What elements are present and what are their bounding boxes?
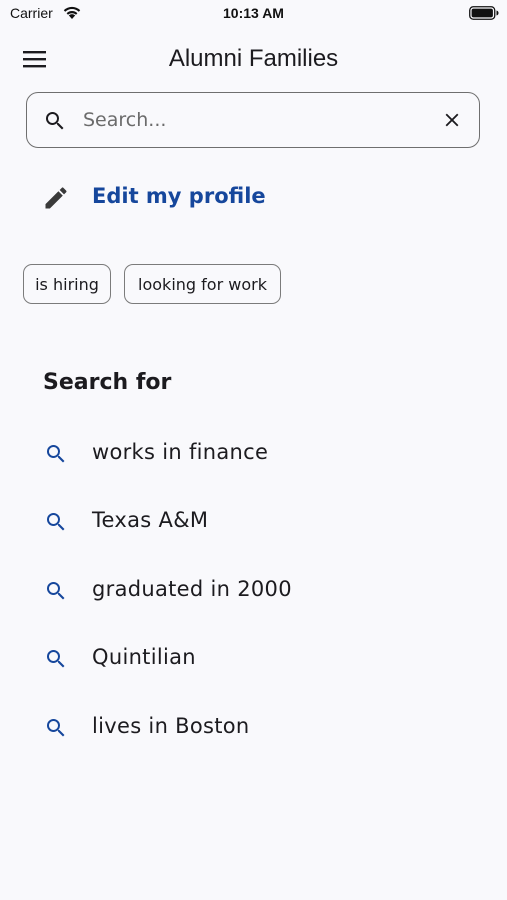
suggestion-label: graduated in 2000 — [92, 577, 292, 601]
edit-profile-button[interactable]: Edit my profile — [42, 182, 342, 214]
status-time: 10:13 AM — [223, 5, 284, 21]
search-icon — [47, 513, 65, 531]
search-icon — [47, 719, 65, 737]
edit-profile-label: Edit my profile — [92, 184, 266, 208]
app-bar: Alumni Families — [0, 36, 507, 82]
suggestion-label: Texas A&M — [92, 508, 209, 532]
search-icon — [47, 650, 65, 668]
search-for-heading: Search for — [43, 370, 172, 395]
search-icon — [47, 582, 65, 600]
suggestion-item[interactable]: graduated in 2000 — [42, 570, 472, 610]
suggestion-item[interactable]: works in finance — [42, 433, 472, 473]
page-title: Alumni Families — [168, 45, 339, 72]
search-input[interactable] — [83, 105, 423, 135]
pencil-icon — [45, 187, 67, 209]
suggestion-item[interactable]: lives in Boston — [42, 707, 472, 747]
battery-icon — [469, 6, 499, 20]
suggestion-label: works in finance — [92, 440, 269, 464]
chip-looking-for-work[interactable]: looking for work — [124, 264, 281, 304]
chip-is-hiring[interactable]: is hiring — [23, 264, 111, 304]
search-bar[interactable] — [26, 92, 480, 148]
status-bar: Carrier 10:13 AM — [0, 0, 507, 30]
close-icon[interactable] — [441, 109, 463, 131]
search-icon — [47, 445, 65, 463]
suggestion-label: Quintilian — [92, 645, 196, 669]
suggestion-item[interactable]: Texas A&M — [42, 501, 472, 541]
search-icon — [46, 112, 64, 130]
suggestion-item[interactable]: Quintilian — [42, 638, 472, 678]
suggestion-label: lives in Boston — [92, 714, 250, 738]
